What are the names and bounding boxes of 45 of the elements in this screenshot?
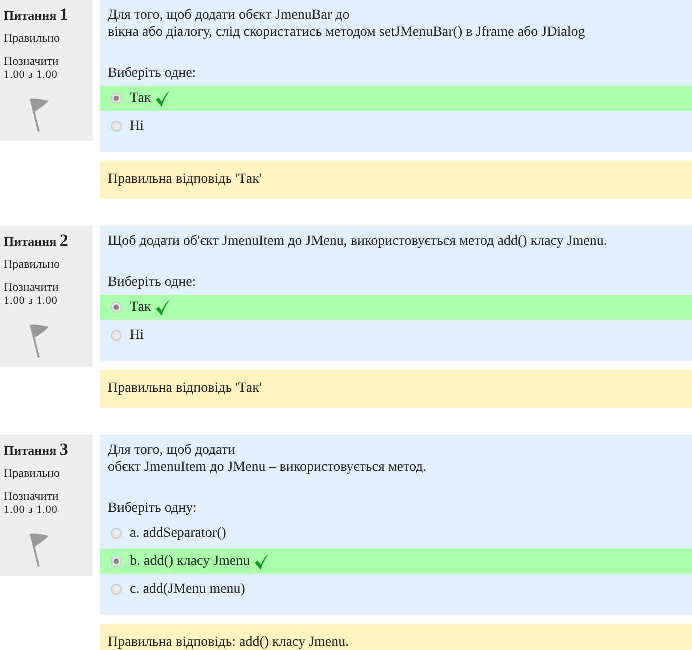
radio-button[interactable] — [111, 93, 122, 104]
flag-label: Позначити — [4, 54, 60, 69]
answer-option[interactable]: a. addSeparator() — [100, 521, 692, 546]
option-label: b. add() класу Jmenu — [130, 554, 250, 570]
question-state: Правильно — [4, 31, 61, 46]
checkmark-icon — [254, 554, 270, 570]
question-state: Правильно — [4, 257, 61, 272]
answer-option[interactable]: c. add(JMenu menu) — [100, 577, 692, 602]
radio-button[interactable] — [111, 121, 122, 132]
option-label: Ні — [130, 118, 144, 134]
answer-prompt: Виберіть одну: — [107, 500, 198, 518]
answer-option[interactable]: Ні — [100, 114, 692, 139]
question-mark: 1.00 з 1.00 — [4, 69, 59, 81]
radio-button[interactable] — [111, 330, 122, 341]
option-label: Так — [130, 90, 152, 106]
question-text: Для того, щоб додати обєкт JmenuItem до JMenu – використовується метод. — [107, 442, 428, 476]
question-mark: 1.00 з 1.00 — [4, 504, 59, 516]
checkmark-icon — [155, 90, 172, 106]
question-text: Щоб додати об'єкт JmenuItem до JMenu, використовується метод add() класу Jmenu. — [107, 233, 608, 250]
checkmark-icon — [155, 300, 172, 316]
radio-button[interactable] — [111, 556, 122, 567]
radio-button[interactable] — [111, 302, 122, 313]
answer-prompt: Виберіть одне: — [107, 274, 198, 292]
flag-label: Позначити — [4, 489, 60, 504]
question-number: Питання 2 — [4, 231, 70, 251]
answer-prompt: Виберіть одне: — [107, 65, 198, 83]
correct-answer-row[interactable]: Так — [100, 295, 692, 320]
question-text: Для того, щоб додати обєкт JmenuBar до вікна або діалогу, слід скористатись методом setJMenuBar() в Jframe або JDialog — [107, 7, 586, 41]
answer-option[interactable]: Ні — [100, 323, 692, 348]
feedback-text: Правильна відповідь 'Так' — [108, 381, 262, 396]
question-state: Правильно — [4, 466, 61, 481]
radio-button[interactable] — [111, 584, 122, 595]
feedback-text: Правильна відповідь: add() класу Jmenu. — [108, 635, 350, 650]
option-label: Ні — [130, 328, 144, 344]
option-label: a. addSeparator() — [130, 526, 226, 542]
correct-answer-row[interactable]: b. add() класу Jmenu — [100, 549, 692, 574]
question-number: Питання 3 — [4, 440, 70, 460]
flag-label: Позначити — [4, 280, 60, 295]
option-label: c. add(JMenu menu) — [130, 582, 246, 598]
feedback-text: Правильна відповідь 'Так' — [108, 172, 262, 187]
question-mark: 1.00 з 1.00 — [4, 295, 59, 307]
radio-button[interactable] — [111, 528, 122, 539]
question-number: Питання 1 — [4, 5, 70, 25]
correct-answer-row[interactable]: Так — [100, 86, 692, 111]
option-label: Так — [130, 300, 152, 316]
